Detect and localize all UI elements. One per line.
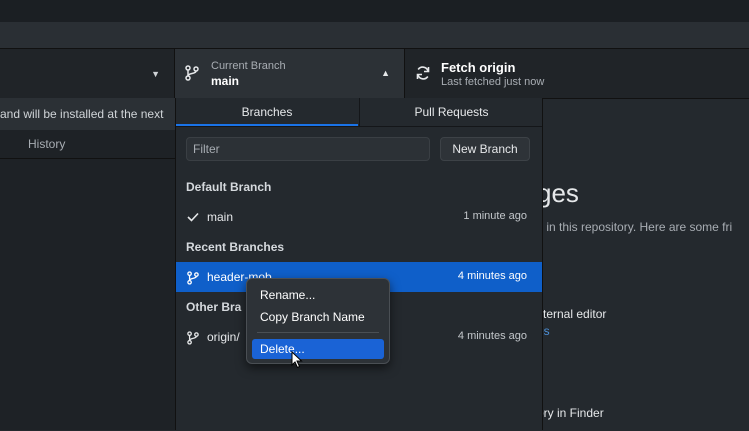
branch-time: 4 minutes ago <box>457 270 527 282</box>
branch-time: 4 minutes ago <box>457 330 527 342</box>
update-notice: and will be installed at the next <box>0 98 175 130</box>
mouse-pointer-icon <box>291 350 303 374</box>
tab-branches-label: Branches <box>241 105 293 119</box>
new-branch-button[interactable]: New Branch <box>440 137 530 161</box>
branch-icon <box>187 331 199 348</box>
dropdown-tabs: Branches Pull Requests <box>176 98 542 127</box>
branch-dropdown: Branches Pull Requests Filter New Branch… <box>175 98 543 430</box>
delete-menu-item[interactable]: Delete... <box>252 339 384 359</box>
title-bar <box>0 0 749 22</box>
chevron-up-icon: ▲ <box>381 68 390 78</box>
tab-strip <box>0 22 749 49</box>
main-content <box>541 98 749 431</box>
check-icon <box>187 211 199 225</box>
sync-icon <box>415 65 431 86</box>
menu-divider <box>257 332 379 333</box>
branch-row-main[interactable]: main 1 minute ago <box>176 202 542 232</box>
filter-input[interactable]: Filter <box>186 137 430 161</box>
open-editor-label: xternal editor <box>537 307 607 321</box>
branch-name: origin/ <box>207 330 240 344</box>
chevron-down-icon: ▼ <box>151 69 160 79</box>
no-changes-description: s in this repository. Here are some fri <box>537 220 733 234</box>
default-branch-heading: Default Branch <box>186 180 272 194</box>
other-branches-heading: Other Bra <box>186 300 242 314</box>
branch-context-menu: Rename... Copy Branch Name Delete... <box>246 278 390 364</box>
fetch-origin-button[interactable]: Fetch origin Last fetched just now <box>405 49 749 98</box>
current-branch-value: main <box>211 74 240 88</box>
toolbar: ▼ Current Branch main ▲ Fetch origin Las… <box>0 49 749 99</box>
tab-history[interactable]: History <box>0 130 175 159</box>
last-fetched-text: Last fetched just now <box>441 76 545 88</box>
current-branch-button[interactable]: Current Branch main ▲ <box>175 49 405 98</box>
recent-branches-heading: Recent Branches <box>186 240 285 254</box>
fetch-origin-label: Fetch origin <box>441 60 516 75</box>
show-in-finder-label: ory in Finder <box>537 406 604 420</box>
current-repository-button[interactable]: ▼ <box>0 49 175 98</box>
active-tab-indicator <box>176 124 358 126</box>
branch-time: 1 minute ago <box>463 210 527 222</box>
tab-pull-requests[interactable]: Pull Requests <box>359 98 543 126</box>
no-changes-title: ges <box>537 178 579 208</box>
sidebar: and will be installed at the next Histor… <box>0 98 175 430</box>
tab-branches[interactable]: Branches <box>176 98 358 126</box>
branch-icon <box>185 65 199 86</box>
rename-menu-item[interactable]: Rename... <box>252 285 384 305</box>
current-branch-label: Current Branch <box>211 60 286 72</box>
branch-icon <box>187 271 199 288</box>
branch-name: main <box>207 210 234 224</box>
copy-branch-name-menu-item[interactable]: Copy Branch Name <box>252 307 384 327</box>
